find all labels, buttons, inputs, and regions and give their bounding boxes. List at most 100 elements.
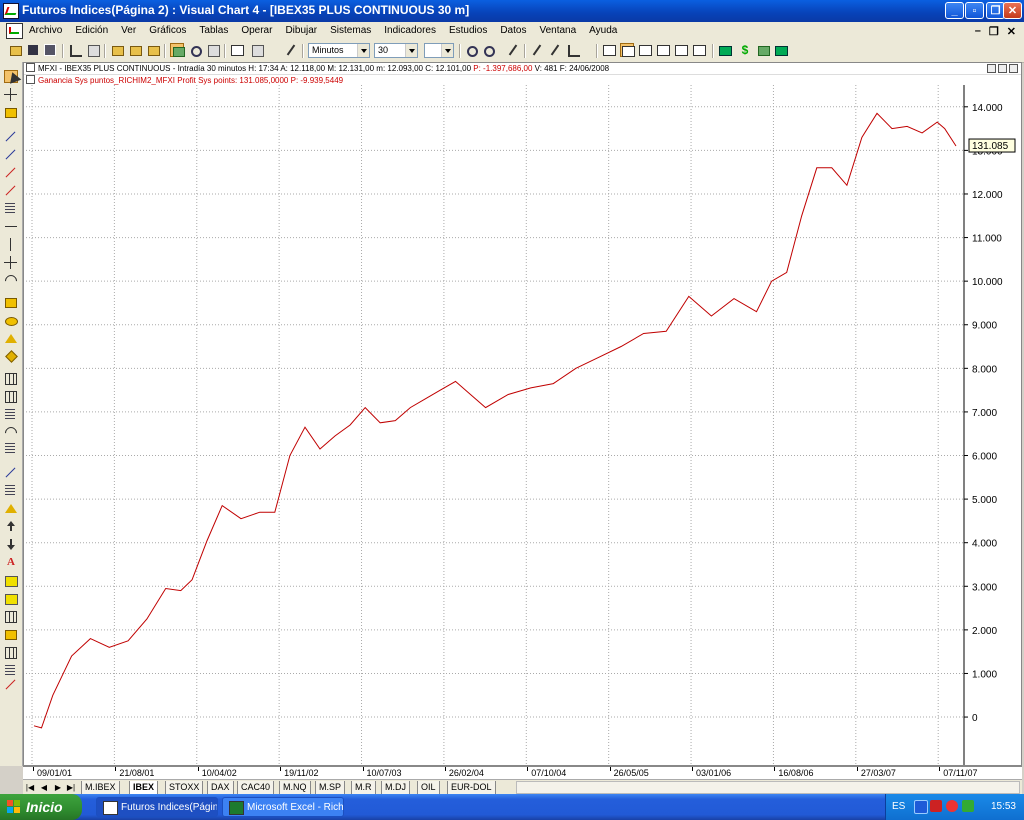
chart-restore-icon[interactable] <box>998 64 1007 73</box>
close-button[interactable]: ✕ <box>1003 2 1022 19</box>
properties-icon[interactable] <box>230 43 244 57</box>
chart-window[interactable]: MFXI - IBEX35 PLUS CONTINUOUS - Intradía… <box>23 62 1022 766</box>
horizontal-line-icon[interactable] <box>4 220 18 233</box>
taskbar-item-visualchart[interactable]: Futuros Indices(Págin... <box>96 797 218 817</box>
quotes-icon[interactable] <box>718 43 732 57</box>
menu-estudios[interactable]: Estudios <box>449 25 487 36</box>
robot-icon[interactable] <box>756 43 770 57</box>
zoom-box-icon[interactable] <box>4 106 18 119</box>
properties-tool-icon[interactable] <box>4 664 18 677</box>
tab-stoxx[interactable]: STOXX <box>165 781 204 795</box>
zoom-in-icon[interactable] <box>481 43 495 57</box>
cursor-icon[interactable] <box>284 43 298 57</box>
prev-tab-icon[interactable]: ◀ <box>39 782 49 793</box>
arrow-down-icon[interactable] <box>4 538 18 551</box>
zoom-out-icon[interactable] <box>464 43 478 57</box>
window-layout-5-icon[interactable] <box>674 43 688 57</box>
parallel-lines-icon[interactable] <box>4 202 18 215</box>
first-tab-icon[interactable]: |◀ <box>25 782 35 793</box>
menu-datos[interactable]: Datos <box>500 25 526 36</box>
menu-dibujar[interactable]: Dibujar <box>285 25 317 36</box>
triangle-icon[interactable] <box>4 332 18 345</box>
chart-minimize-icon[interactable] <box>987 64 996 73</box>
title-bar[interactable]: Futuros Indices(Página 2) : Visual Chart… <box>0 0 1024 22</box>
period-unit-select[interactable]: Minutos <box>308 43 370 58</box>
menu-ventana[interactable]: Ventana <box>539 25 576 36</box>
gann-grid-icon[interactable] <box>4 372 18 385</box>
window-layout-2-icon[interactable] <box>620 43 635 57</box>
trendline-icon[interactable] <box>4 130 18 143</box>
label-icon[interactable] <box>4 592 18 605</box>
select-cursor-icon[interactable] <box>4 70 18 83</box>
menu-edicion[interactable]: Edición <box>75 25 108 36</box>
chevron-down-icon[interactable] <box>441 44 453 57</box>
tab-eur-dol[interactable]: EUR-DOL <box>447 781 496 795</box>
fibonacci-icon[interactable] <box>4 408 18 421</box>
red-line-icon[interactable] <box>4 166 18 179</box>
auto-scale-icon[interactable] <box>506 43 520 57</box>
open-icon[interactable] <box>8 43 22 57</box>
window-layout-1-icon[interactable] <box>602 43 616 57</box>
app-icon[interactable] <box>3 3 19 19</box>
minimize-button[interactable]: _ <box>945 2 964 19</box>
tab-m-r[interactable]: M.R <box>351 781 376 795</box>
link-icon[interactable] <box>188 43 202 57</box>
last-tab-icon[interactable]: ▶| <box>66 782 76 793</box>
pen-color-icon[interactable] <box>566 43 586 57</box>
print-icon[interactable] <box>206 43 220 57</box>
open-chart-icon[interactable] <box>110 43 124 57</box>
period-value-select[interactable]: 30 <box>374 43 418 58</box>
menu-tablas[interactable]: Tablas <box>199 25 228 36</box>
dollar-icon[interactable]: $ <box>738 43 752 57</box>
chevron-down-icon[interactable] <box>357 44 369 57</box>
mdi-close-icon[interactable]: ✕ <box>1007 25 1016 38</box>
taskbar-item-excel[interactable]: Microsoft Excel - Richi... <box>222 797 344 817</box>
tab-m-sp[interactable]: M.SP <box>315 781 346 795</box>
chart-close-icon[interactable] <box>1009 64 1018 73</box>
language-indicator[interactable]: ES <box>892 801 905 812</box>
document-icon[interactable] <box>6 23 23 39</box>
grid-view-icon[interactable] <box>170 43 185 57</box>
tab-m-dj[interactable]: M.DJ <box>381 781 410 795</box>
diamond-icon[interactable] <box>4 350 18 363</box>
draw-line-icon[interactable] <box>548 43 562 57</box>
bar-chart-icon[interactable] <box>68 43 82 57</box>
broker-icon[interactable] <box>774 43 788 57</box>
open-page-icon[interactable] <box>128 43 142 57</box>
pen-tool-icon[interactable] <box>4 678 18 691</box>
menu-operar[interactable]: Operar <box>241 25 272 36</box>
erase-icon[interactable] <box>4 628 18 641</box>
template-icon[interactable] <box>146 43 160 57</box>
tab-oil[interactable]: OIL <box>417 781 440 795</box>
window-layout-4-icon[interactable] <box>656 43 670 57</box>
menu-indicadores[interactable]: Indicadores <box>384 25 436 36</box>
tab-m-nq[interactable]: M.NQ <box>279 781 311 795</box>
next-tab-icon[interactable]: ▶ <box>53 782 63 793</box>
tab-m-ibex[interactable]: M.IBEX <box>81 781 120 795</box>
andrews-fork-icon[interactable] <box>4 466 18 479</box>
menu-ayuda[interactable]: Ayuda <box>589 25 617 36</box>
cycle-icon[interactable] <box>4 502 18 515</box>
window-layout-3-icon[interactable] <box>638 43 652 57</box>
tray-arrow-icon[interactable] <box>914 800 928 814</box>
cross-line-icon[interactable] <box>4 256 18 269</box>
zoom-range-icon[interactable] <box>250 43 278 57</box>
menu-archivo[interactable]: Archivo <box>29 25 62 36</box>
regression-channel-icon[interactable] <box>4 484 18 497</box>
vertical-line-icon[interactable] <box>4 238 18 251</box>
tab-cac40[interactable]: CAC40 <box>237 781 275 795</box>
network-icon[interactable] <box>962 800 974 812</box>
ray-icon[interactable] <box>4 148 18 161</box>
indicator-icon[interactable] <box>26 75 35 84</box>
menu-ver[interactable]: Ver <box>121 25 136 36</box>
window-layout-6-icon[interactable] <box>692 43 706 57</box>
grid-icon[interactable] <box>4 390 18 403</box>
horizontal-scrollbar[interactable] <box>516 781 1020 794</box>
channel-icon[interactable] <box>4 184 18 197</box>
antivirus-icon[interactable] <box>930 800 942 812</box>
mdi-minimize-icon[interactable]: – <box>975 25 981 38</box>
zoom-area-icon[interactable] <box>4 610 18 623</box>
mdi-restore-icon[interactable]: ❐ <box>989 25 999 38</box>
arrow-up-icon[interactable] <box>4 520 18 533</box>
table-icon[interactable] <box>86 43 100 57</box>
